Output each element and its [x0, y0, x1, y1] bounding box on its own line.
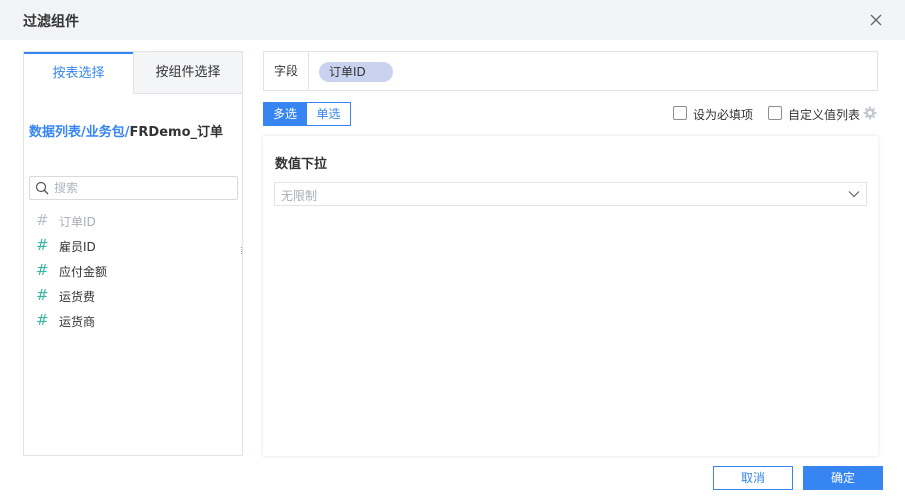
- breadcrumb-business-package[interactable]: 业务包: [86, 125, 125, 140]
- custom-list-label: 自定义值列表: [788, 108, 861, 122]
- required-checkbox-option[interactable]: 设为必填项: [673, 106, 758, 122]
- field-name: 订单ID: [59, 215, 96, 229]
- filter-config-card: 数值下拉 无限制: [263, 136, 878, 456]
- dialog-titlebar: 过滤组件: [0, 0, 905, 40]
- selected-field-row: 字段 订单ID: [263, 51, 878, 91]
- field-name: 应付金额: [59, 265, 108, 279]
- required-checkbox[interactable]: [673, 106, 687, 120]
- selected-field-chip[interactable]: 订单ID: [319, 62, 393, 82]
- search-icon: [35, 181, 49, 195]
- tab-by-component[interactable]: 按组件选择: [133, 52, 242, 94]
- list-item-field[interactable]: # 订单ID: [24, 208, 242, 233]
- list-item-field[interactable]: # 运货费: [24, 283, 242, 308]
- search-input[interactable]: [54, 178, 234, 198]
- multi-select-button[interactable]: 多选: [263, 102, 307, 126]
- card-title: 数值下拉: [275, 157, 328, 172]
- breadcrumb-current: FRDemo_订单: [129, 125, 224, 140]
- selection-mode-toggle: 多选 单选: [263, 102, 351, 126]
- panel-resize-handle[interactable]: [239, 246, 244, 260]
- field-label: 字段: [264, 52, 309, 90]
- list-item-field[interactable]: # 应付金额: [24, 258, 242, 283]
- breadcrumb: 数据列表/业务包/FRDemo_订单: [29, 121, 241, 140]
- number-field-icon: #: [36, 261, 49, 279]
- select-value: 无限制: [281, 189, 318, 203]
- list-item-field[interactable]: # 运货商: [24, 308, 242, 333]
- tab-by-table[interactable]: 按表选择: [24, 52, 133, 94]
- dialog-body: 按表选择 按组件选择 数据列表/业务包/FRDemo_订单 # 订单ID #: [0, 40, 905, 503]
- field-list: # 订单ID # 雇员ID # 应付金额 # 运货费 # 运货商: [24, 208, 242, 333]
- field-source-panel: 按表选择 按组件选择 数据列表/业务包/FRDemo_订单 # 订单ID #: [23, 51, 243, 456]
- field-name: 运货商: [59, 315, 96, 329]
- custom-list-checkbox[interactable]: [768, 106, 782, 120]
- cancel-button[interactable]: 取消: [713, 466, 793, 490]
- breadcrumb-data-list[interactable]: 数据列表: [29, 125, 81, 140]
- number-field-icon: #: [36, 286, 49, 304]
- field-name: 雇员ID: [59, 240, 96, 254]
- gear-icon[interactable]: [863, 106, 877, 120]
- number-field-icon: #: [36, 311, 49, 329]
- number-field-icon: #: [36, 211, 49, 229]
- confirm-button[interactable]: 确定: [803, 466, 883, 490]
- number-field-icon: #: [36, 236, 49, 254]
- search-box: [29, 176, 238, 200]
- dialog-title: 过滤组件: [23, 14, 79, 30]
- single-select-button[interactable]: 单选: [307, 102, 351, 126]
- close-button[interactable]: [867, 11, 885, 29]
- custom-list-checkbox-option[interactable]: 自定义值列表: [768, 106, 860, 122]
- value-range-select[interactable]: 无限制: [274, 182, 867, 206]
- list-item-field[interactable]: # 雇员ID: [24, 233, 242, 258]
- close-icon: [870, 14, 882, 26]
- filter-component-dialog: 过滤组件 按表选择 按组件选择 数据列表/业务包/FRDemo_订单 搜索 # …: [0, 0, 905, 503]
- field-name: 运货费: [59, 290, 96, 304]
- source-tabs: 按表选择 按组件选择: [24, 52, 242, 94]
- required-label: 设为必填项: [693, 108, 754, 122]
- chevron-down-icon: [848, 191, 860, 198]
